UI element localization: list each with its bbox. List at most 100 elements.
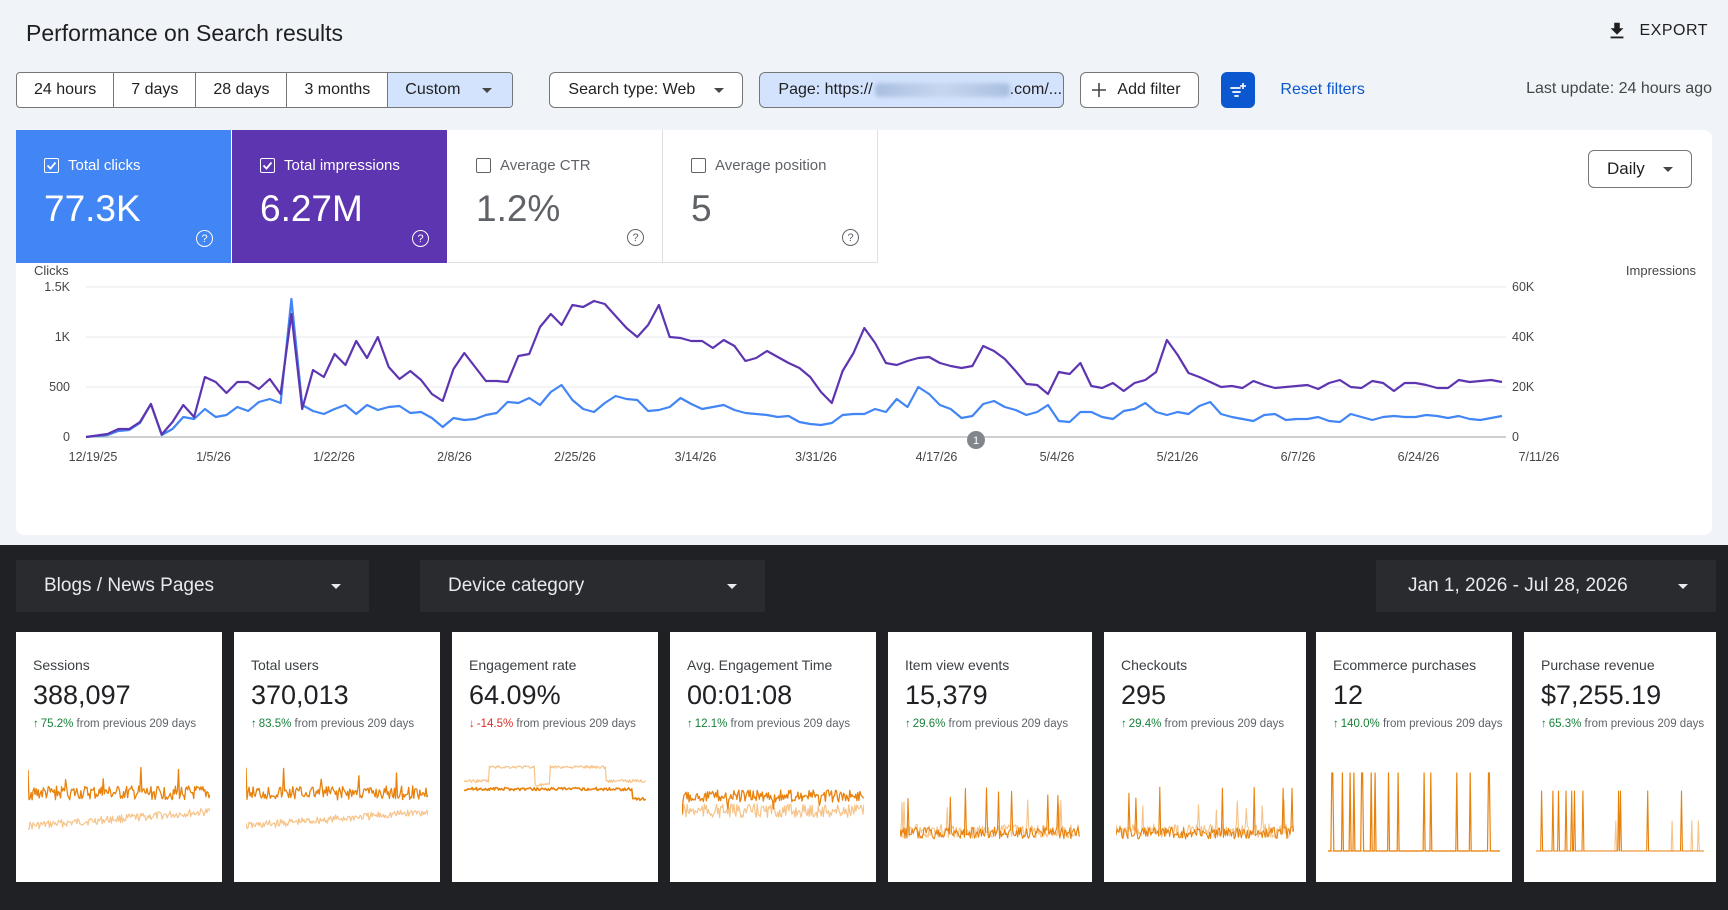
page-filter-chip[interactable]: Page: https:// .com/...	[759, 72, 1065, 108]
kpi-delta: ↑ 140.0% from previous 209 days	[1333, 718, 1512, 730]
help-icon[interactable]: ?	[412, 230, 429, 247]
current-period-line	[464, 786, 646, 802]
kpi-card[interactable]: Avg. Engagement Time 00:01:08 ↑ 12.1% from …	[670, 632, 876, 882]
kpi-delta-suffix: from previous 209 days	[291, 718, 415, 730]
kpi-label: Purchase revenue	[1541, 657, 1655, 673]
current-period-line	[246, 767, 428, 801]
metric-value: 77.3K	[44, 188, 141, 229]
checkbox-checked-icon[interactable]	[44, 158, 59, 173]
page-group-label: Blogs / News Pages	[44, 575, 215, 596]
help-icon[interactable]: ?	[196, 230, 213, 247]
kpi-label: Sessions	[33, 657, 90, 673]
arrow-up-icon: ↑	[1333, 718, 1339, 730]
current-period-line	[900, 787, 1080, 840]
metric-label: Average position	[715, 157, 827, 174]
x-tick-label: 1/22/26	[313, 450, 355, 464]
page-group-dropdown[interactable]: Blogs / News Pages	[16, 560, 369, 612]
kpi-card[interactable]: Checkouts 295 ↑ 29.4% from previous 209 day…	[1104, 632, 1306, 882]
kpi-delta-suffix: from previous 209 days	[1379, 718, 1503, 730]
kpi-card[interactable]: Ecommerce purchases 12 ↑ 140.0% from previo…	[1316, 632, 1512, 882]
range-7-days[interactable]: 7 days	[114, 73, 197, 107]
kpi-card[interactable]: Sessions 388,097 ↑ 75.2% from previous 209 …	[16, 632, 222, 882]
kpi-delta-suffix: from previous 209 days	[513, 718, 636, 730]
caret-down-icon	[1678, 583, 1688, 589]
kpi-delta-percent: 75.2%	[40, 718, 74, 730]
checkbox-checked-icon[interactable]	[260, 158, 275, 173]
kpi-sparkline	[682, 789, 864, 819]
range-24-hours[interactable]: 24 hours	[17, 73, 115, 107]
kpi-label: Item view events	[905, 657, 1010, 673]
kpi-label: Checkouts	[1121, 657, 1188, 673]
kpi-delta: ↑ 12.1% from previous 209 days	[687, 718, 876, 730]
kpi-delta-suffix: from previous 209 days	[945, 718, 1069, 730]
kpi-delta-suffix: from previous 209 days	[727, 718, 851, 730]
kpi-card[interactable]: Item view events 15,379 ↑ 29.6% from previo…	[888, 632, 1092, 882]
kpi-sparkline	[1536, 790, 1704, 852]
kpi-delta-suffix: from previous 209 days	[1581, 718, 1705, 730]
help-icon[interactable]: ?	[627, 229, 644, 246]
granularity-dropdown[interactable]: Daily	[1588, 150, 1692, 188]
kpi-card[interactable]: Purchase revenue $7,255.19 ↑ 65.3% from pre…	[1524, 632, 1716, 882]
reset-filters-link[interactable]: Reset filters	[1280, 81, 1364, 99]
search-type-filter[interactable]: Search type: Web	[549, 72, 744, 108]
kpi-card[interactable]: Total users 370,013 ↑ 83.5% from previous 2…	[234, 632, 440, 882]
date-range-label: Jan 1, 2026 - Jul 28, 2026	[1408, 575, 1628, 596]
range-custom[interactable]: Custom	[388, 73, 513, 107]
range-custom-label: Custom	[405, 81, 461, 98]
download-icon	[1610, 22, 1623, 39]
kpi-card[interactable]: Engagement rate 64.09% ↓ -14.5% from previo…	[452, 632, 658, 882]
metric-average-position[interactable]: Average position 5 ?	[663, 130, 878, 263]
current-period-line	[28, 766, 210, 801]
metric-total-clicks[interactable]: Total clicks 77.3K ?	[16, 130, 231, 263]
right-axis-title: Impressions	[1626, 263, 1697, 278]
metric-average-ctr[interactable]: Average CTR 1.2% ?	[448, 130, 663, 263]
kpi-label: Avg. Engagement Time	[687, 657, 833, 673]
add-filter-button[interactable]: Add filter	[1080, 72, 1200, 108]
kpi-sparkline	[464, 764, 646, 802]
kpi-value: 295	[1121, 680, 1167, 710]
metric-label: Total impressions	[284, 157, 400, 174]
kpi-value: 12	[1333, 680, 1364, 710]
arrow-up-icon: ↑	[33, 718, 39, 730]
metric-total-clicks-label: Total clicks	[44, 157, 231, 174]
kpi-delta-percent: 29.6%	[912, 718, 946, 730]
filter-toolbar: 24 hours 7 days 28 days 3 months Custom …	[16, 72, 1365, 108]
filter-settings-button[interactable]	[1221, 72, 1256, 108]
metric-average-position-label: Average position	[691, 157, 877, 174]
previous-period-line	[246, 809, 428, 830]
annotation-marker[interactable]: 1	[967, 431, 985, 449]
annotation-label: 1	[973, 435, 979, 447]
x-tick-label: 2/25/26	[554, 450, 596, 464]
metric-total-impressions[interactable]: Total impressions 6.27M ?	[232, 130, 447, 263]
arrow-up-icon: ↑	[1541, 718, 1547, 730]
page-filter-prefix: Page: https://	[778, 81, 873, 98]
plus-icon	[1092, 83, 1107, 97]
search-type-label: Search type: Web	[568, 81, 696, 98]
date-range-dropdown[interactable]: Jan 1, 2026 - Jul 28, 2026	[1376, 560, 1716, 612]
kpi-delta-percent: 29.4%	[1128, 718, 1162, 730]
range-28-days[interactable]: 28 days	[196, 73, 288, 107]
device-category-dropdown[interactable]: Device category	[420, 560, 765, 612]
kpi-delta-percent: -14.5%	[476, 718, 514, 730]
kpi-sparkline	[1328, 772, 1500, 852]
caret-down-icon	[727, 583, 737, 589]
performance-chart-card: Total clicks 77.3K ? Total impressions 6…	[16, 130, 1712, 535]
page-title: Performance on Search results	[26, 20, 344, 46]
x-tick-label: 3/14/26	[675, 450, 717, 464]
kpi-delta-percent: 140.0%	[1340, 718, 1380, 730]
checkbox-unchecked-icon[interactable]	[476, 158, 491, 173]
kpi-delta: ↓ -14.5% from previous 209 days	[469, 718, 658, 730]
kpi-value: 64.09%	[469, 680, 561, 710]
metric-label: Average CTR	[500, 157, 591, 174]
kpi-sparkline	[28, 766, 210, 830]
checkbox-unchecked-icon[interactable]	[691, 158, 706, 173]
kpi-value: 370,013	[251, 680, 349, 710]
export-button[interactable]: EXPORT	[1606, 20, 1709, 42]
help-icon[interactable]: ?	[842, 229, 859, 246]
metric-total-impressions-label: Total impressions	[260, 157, 447, 174]
left-tick-label: 1.5K	[44, 280, 70, 294]
range-3-months[interactable]: 3 months	[287, 73, 389, 107]
filter-list-icon	[1230, 83, 1247, 97]
kpi-delta: ↑ 29.4% from previous 209 days	[1121, 718, 1306, 730]
kpi-delta: ↑ 75.2% from previous 209 days	[33, 718, 222, 730]
